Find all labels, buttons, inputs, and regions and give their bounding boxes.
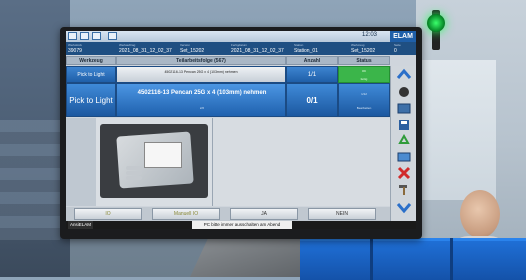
circle-icon[interactable] — [396, 85, 412, 99]
part-photo-frame — [96, 118, 213, 206]
info-werkauftrag: Werkauftrag 2021_08_31_12_02_37 — [119, 43, 172, 54]
chevron-up-icon[interactable] — [396, 68, 412, 82]
info-seite: Seite 0 — [394, 43, 401, 54]
order-info-row: Werkstück 39079 Werkauftrag 2021_08_31_1… — [66, 42, 416, 55]
print-icon[interactable] — [108, 32, 117, 40]
row2-task-button[interactable]: 4502116-13 Pencan 25G x 4 (103mm) nehmen… — [116, 83, 286, 117]
action-sidebar — [390, 66, 416, 229]
row2-status[interactable]: 1/12 Bearbeiten — [338, 83, 390, 117]
no-button[interactable]: NEIN — [308, 208, 376, 220]
status-app-label: AnsiELAM — [68, 221, 94, 229]
row2-pick-to-light-button[interactable]: Pick to Light — [66, 83, 116, 117]
manual-io-button[interactable]: Manuell IO — [152, 208, 220, 220]
row2-status-line1: 1/12 — [361, 92, 367, 96]
row1-task-cell[interactable]: 4502116-13 Pencan 25G x 4 (103mm) nehmen — [116, 66, 286, 83]
confirmation-bar: IO Manuell IO JA NEIN — [66, 207, 390, 221]
info-station: Station Station_01 — [294, 43, 318, 54]
save-icon[interactable] — [396, 118, 412, 132]
row1-tool-button[interactable]: Pick to Light — [66, 66, 116, 83]
recycle-icon[interactable] — [396, 133, 412, 148]
app-screen: 12:03 ELAM Werkstück 39079 Werkauftrag 2… — [66, 31, 416, 229]
column-header-task: Teilarbeitsfolge (567) — [116, 56, 286, 65]
row1-count[interactable]: 1/1 — [286, 66, 338, 83]
row2-status-line2: Bearbeiten — [356, 106, 372, 110]
green-signal-light — [427, 14, 445, 32]
monitor-bezel: 12:03 ELAM Werkstück 39079 Werkauftrag 2… — [60, 27, 422, 239]
clock: 12:03 — [362, 32, 378, 38]
close-icon[interactable] — [396, 166, 412, 180]
card-icon[interactable] — [396, 150, 412, 164]
copy-icon[interactable] — [92, 32, 101, 40]
row1-status-badge[interactable]: OK fertig — [338, 66, 390, 83]
column-header-werkzeug: Werkzeug — [66, 56, 116, 65]
part-screws — [126, 166, 142, 170]
content-left-panel — [66, 118, 97, 206]
monitor-icon[interactable] — [396, 102, 412, 116]
row2-task-sub: 2/2 — [199, 106, 205, 110]
row1-task-label: 4502116-13 Pencan 25G x 4 (103mm) nehmen — [164, 70, 238, 74]
brand-logo: ELAM — [390, 31, 416, 42]
info-fertigdatum: Fertigdatum 2021_08_31_12_02_37 — [231, 43, 284, 54]
window-icon[interactable] — [80, 32, 89, 40]
part-photo — [100, 124, 208, 198]
title-bar: 12:03 ELAM — [66, 31, 416, 42]
hammer-icon[interactable] — [396, 182, 412, 196]
column-header-anzahl: Anzahl — [286, 56, 338, 65]
row2-task-label: 4502116-13 Pencan 25G x 4 (103mm) nehmen — [137, 90, 267, 96]
blue-storage-bins — [300, 238, 526, 280]
work-instruction-area — [66, 118, 390, 206]
background-window — [416, 60, 496, 200]
person-head — [460, 190, 500, 238]
yes-button[interactable]: JA — [230, 208, 298, 220]
grid-icon[interactable] — [68, 32, 77, 40]
info-werkstueck: Werkstück 39079 — [68, 43, 82, 54]
content-right-panel — [213, 118, 390, 206]
chevron-down-icon[interactable] — [396, 200, 412, 214]
part-label — [144, 142, 182, 168]
info-werkzeug: Werkzeug Set_15202 — [351, 43, 376, 54]
row2-count[interactable]: 0/1 — [286, 83, 338, 117]
status-bar: AnsiELAM PC bitte immer ausschalten am A… — [66, 221, 416, 229]
background-shelf — [0, 120, 60, 240]
info-version: Version Set_15202 — [180, 43, 205, 54]
io-button[interactable]: IO — [74, 208, 142, 220]
status-message: PC bitte immer ausschalten am Abend — [192, 221, 292, 229]
